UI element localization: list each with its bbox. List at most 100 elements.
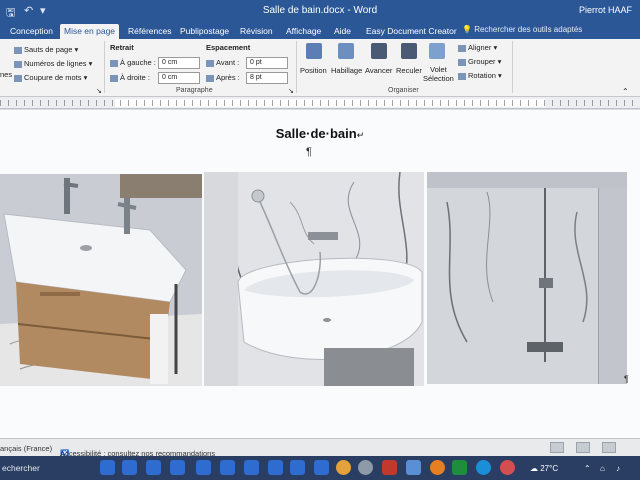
page-setup-launcher-icon[interactable]: ↘ [96,87,102,95]
app-icon[interactable] [406,460,421,475]
line-break-mark: ↵ [356,130,365,140]
position-button[interactable]: Position [300,66,327,75]
language-indicator[interactable]: ançais (France) [0,444,52,453]
web-layout-button[interactable] [602,442,616,453]
tab-easy-document-creator[interactable]: Easy Document Creator [362,24,461,39]
word-icon[interactable] [122,460,137,475]
hyphenation-icon [14,74,22,82]
coupure-de-mots-button[interactable]: Coupure de mots ▾ [14,73,87,82]
volet-button-line2[interactable]: Sélection [423,74,454,83]
tab-aide[interactable]: Aide [330,24,355,39]
document-page[interactable]: Salle·de·bain↵ ¶ ¶ [0,110,640,438]
tab-publipostage[interactable]: Publipostage [176,24,233,39]
app-icon[interactable] [500,460,515,475]
photo-shower-drawing [427,172,627,384]
user-name[interactable]: Pierrot HAAF [579,5,632,15]
ribbon: nes Sauts de page ▾ Numéros de lignes ▾ … [0,39,640,97]
ribbon-search[interactable]: 💡 Rechercher des outils adaptés [462,25,582,34]
collapse-ribbon-icon[interactable]: ⌃ [622,87,629,96]
numeros-de-lignes-button[interactable]: Numéros de lignes ▾ [14,59,92,68]
volet-selection-icon[interactable] [429,43,445,59]
grouper-button[interactable]: Grouper ▾ [458,57,501,66]
photo-vanity-drawing [0,174,202,386]
rotation-button[interactable]: Rotation ▾ [458,71,502,80]
rotate-icon [458,72,466,80]
tab-affichage[interactable]: Affichage [282,24,325,39]
focus-mode-button[interactable] [550,442,564,453]
spacing-after-icon [206,74,214,82]
taskbar-search[interactable]: echercher [2,463,40,473]
volume-icon[interactable]: ♪ [616,464,620,473]
ribbon-tabs: Conception Mise en page Références Publi… [0,22,640,39]
word-icon[interactable] [170,460,185,475]
network-icon[interactable]: ⌂ [600,464,605,473]
document-heading[interactable]: Salle·de·bain↵ [0,126,640,141]
print-layout-button[interactable] [576,442,590,453]
ribbon-separator [296,41,297,93]
aligner-button[interactable]: Aligner ▾ [458,43,497,52]
espacement-apres-input[interactable]: 8 pt [246,72,288,84]
edge-icon[interactable] [476,460,491,475]
retrait-gauche-input[interactable]: 0 cm [158,57,200,69]
espacement-title: Espacement [206,43,251,52]
habillage-button[interactable]: Habillage [331,66,362,75]
ribbon-separator [512,41,513,93]
firefox-icon[interactable] [430,460,445,475]
espacement-avant-input[interactable]: 0 pt [246,57,288,69]
status-bar: ançais (France) ♿ Accessibilité : consul… [0,438,640,458]
photo-bathtub-drawing [204,172,424,386]
retrait-title: Retrait [110,43,134,52]
weather-widget[interactable]: ☁ 27°C [530,464,558,473]
reculer-button[interactable]: Reculer [396,66,422,75]
photo-vanity[interactable] [0,174,202,386]
tab-conception[interactable]: Conception [6,24,57,39]
indent-right-icon [110,74,118,82]
word-icon[interactable] [146,460,161,475]
position-icon[interactable] [306,43,322,59]
word-icon[interactable] [314,460,329,475]
word-icon[interactable] [100,460,115,475]
photo-bathtub[interactable] [204,172,424,386]
word-icon[interactable] [196,460,211,475]
retrait-droite-input[interactable]: 0 cm [158,72,200,84]
tab-references[interactable]: Références [124,24,175,39]
excel-icon[interactable] [452,460,467,475]
ruler-ticks [0,100,640,106]
word-icon[interactable] [244,460,259,475]
app-icon[interactable] [382,460,397,475]
organiser-group-label: Organiser [388,87,419,94]
retrait-gauche-label: À gauche : [110,58,156,67]
cut-off-label: nes [0,70,13,79]
lightbulb-icon: 💡 [462,25,472,34]
tray-chevron-icon[interactable]: ⌃ [584,464,591,473]
avancer-button[interactable]: Avancer [365,66,392,75]
spacing-before-icon [206,59,214,67]
habillage-icon[interactable] [338,43,354,59]
word-icon[interactable] [290,460,305,475]
espacement-apres-label: Après : [206,73,240,82]
paragraph-launcher-icon[interactable]: ↘ [288,87,294,95]
line-numbers-icon [14,60,22,68]
chrome-icon[interactable] [336,460,351,475]
page-break-icon [14,46,22,54]
volet-button-line1[interactable]: Volet [430,65,447,74]
avancer-icon[interactable] [371,43,387,59]
word-icon[interactable] [268,460,283,475]
photo-shower[interactable] [427,172,627,384]
ribbon-separator [104,41,105,93]
horizontal-ruler[interactable] [0,97,640,109]
paragraph-mark-end: ¶ [624,374,629,384]
align-icon [458,44,466,52]
indent-left-icon [110,59,118,67]
word-icon[interactable] [220,460,235,475]
espacement-avant-label: Avant : [206,58,239,67]
tab-revision[interactable]: Révision [236,24,277,39]
reculer-icon[interactable] [401,43,417,59]
window-title: Salle de bain.docx - Word [262,5,378,16]
app-icon[interactable] [358,460,373,475]
paragraph-mark: ¶ [306,146,312,158]
ribbon-search-placeholder: Rechercher des outils adaptés [474,25,583,34]
weather-icon: ☁ [530,464,538,473]
sauts-de-page-button[interactable]: Sauts de page ▾ [14,45,78,54]
tab-mise-en-page[interactable]: Mise en page [60,24,120,39]
